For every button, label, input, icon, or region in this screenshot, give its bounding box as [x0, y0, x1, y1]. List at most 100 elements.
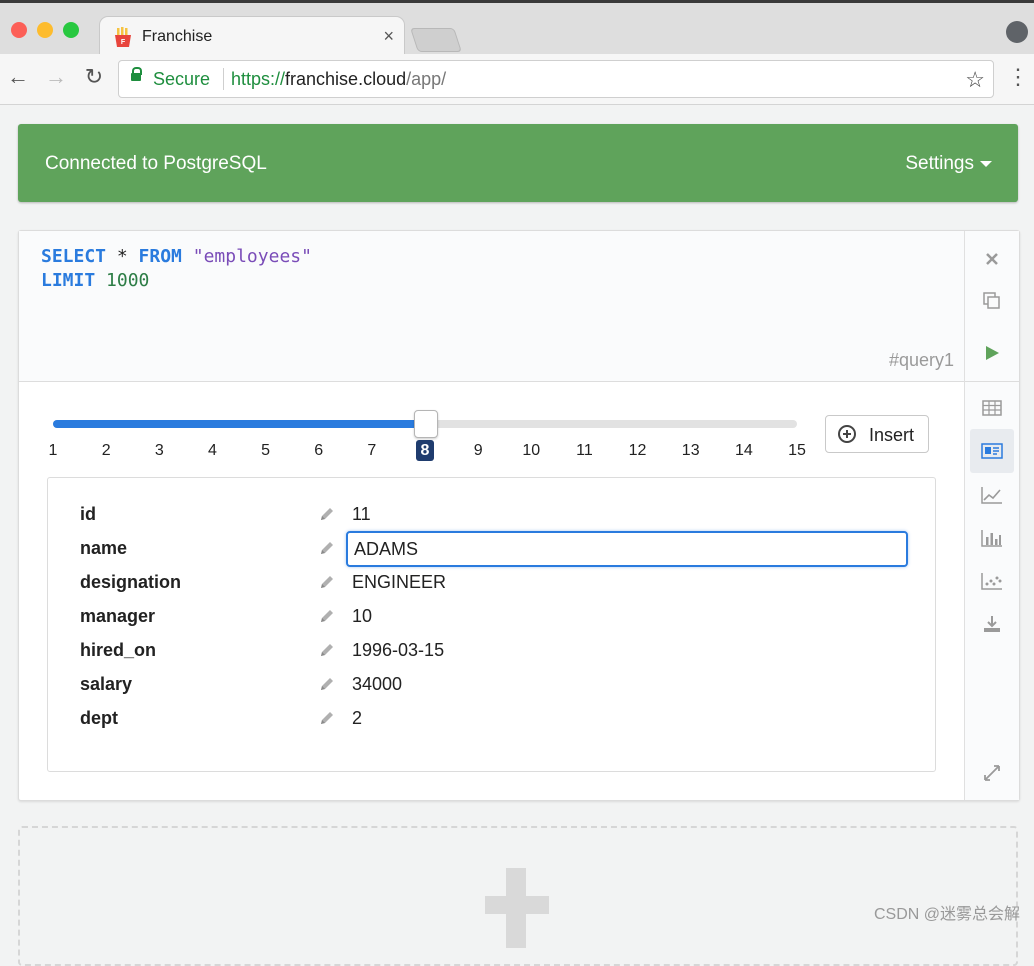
line-chart-icon[interactable] — [980, 483, 1004, 507]
address-bar[interactable]: Secure https://franchise.cloud/app/ ☆ — [118, 60, 994, 98]
slider-tick-label: 6 — [314, 442, 324, 459]
record-slider[interactable] — [53, 410, 797, 438]
add-query-button[interactable] — [18, 826, 1018, 966]
pencil-icon[interactable] — [318, 641, 336, 659]
field-value-input[interactable] — [346, 531, 908, 567]
url-divider — [223, 68, 224, 90]
slider-tick-12[interactable]: 12 — [623, 442, 653, 460]
field-value: 2 — [352, 708, 363, 728]
field-value: ENGINEER — [352, 572, 447, 592]
run-icon[interactable] — [980, 341, 1004, 365]
slider-handle[interactable] — [414, 410, 438, 438]
record-row-hired_on: hired_on 1996-03-15 — [48, 632, 935, 666]
slider-tick-13[interactable]: 13 — [676, 442, 706, 460]
insert-button[interactable]: Insert — [825, 415, 929, 453]
url-host: franchise.cloud — [285, 69, 407, 89]
slider-tick-label: 2 — [101, 442, 111, 459]
slider-tick-label: 5 — [261, 442, 271, 459]
sql-keyword-select: SELECT — [41, 246, 107, 267]
caret-down-icon — [980, 160, 992, 167]
slider-tick-10[interactable]: 10 — [516, 442, 546, 460]
record-row-id: id 11 — [48, 496, 935, 530]
slider-tick-7[interactable]: 7 — [357, 442, 387, 460]
new-tab-button[interactable] — [410, 28, 462, 52]
url-scheme: https:// — [231, 69, 286, 89]
slider-tick-label: 13 — [681, 442, 700, 459]
slider-tick-1[interactable]: 1 — [38, 442, 68, 460]
slider-tick-5[interactable]: 5 — [251, 442, 281, 460]
tab-title: Franchise — [142, 28, 213, 45]
record-row-name: name — [48, 530, 935, 567]
sql-editor[interactable]: SELECT * FROM "employees" LIMIT 1000 #qu… — [19, 231, 964, 382]
slider-tick-label: 3 — [154, 442, 164, 459]
field-value: 34000 — [352, 674, 403, 694]
window-close-button[interactable] — [11, 22, 27, 38]
url-path: /app/ — [406, 69, 447, 89]
url-text: https://franchise.cloud/app/ — [231, 69, 446, 90]
slider-tick-14[interactable]: 14 — [729, 442, 759, 460]
browser-tab[interactable]: F Franchise × — [100, 17, 404, 57]
browser-menu-icon[interactable]: ⋮ — [1006, 64, 1030, 90]
card-icon[interactable] — [970, 429, 1014, 473]
sidebar-divider — [965, 381, 1019, 382]
field-label: manager — [80, 606, 156, 626]
profile-icon[interactable] — [1006, 21, 1028, 43]
scatter-chart-icon[interactable] — [980, 569, 1004, 593]
slider-tick-9[interactable]: 9 — [463, 442, 493, 460]
slider-tick-6[interactable]: 6 — [304, 442, 334, 460]
tab-close-icon[interactable]: × — [383, 26, 394, 47]
slider-tick-label: 8 — [415, 440, 435, 461]
reload-icon[interactable]: ↻ — [82, 64, 106, 90]
plus-circle-icon — [838, 425, 856, 443]
field-label: name — [80, 538, 128, 558]
slider-tick-label: 1 — [48, 442, 58, 459]
bar-chart-icon[interactable] — [980, 526, 1004, 550]
slider-tick-label: 11 — [576, 442, 593, 459]
record-panel: id 11 name designation ENGINEER manager 10 hire… — [47, 477, 936, 772]
record-row-salary: salary 34000 — [48, 666, 935, 700]
record-row-dept: dept 2 — [48, 700, 935, 734]
slider-tick-15[interactable]: 15 — [782, 442, 812, 460]
slider-tick-11[interactable]: 11 — [569, 442, 599, 460]
fries-icon: F — [115, 27, 131, 47]
insert-label: Insert — [869, 425, 915, 445]
slider-tick-label: 12 — [628, 442, 647, 459]
connection-bar: Connected to PostgreSQL Settings — [18, 124, 1018, 202]
pencil-icon[interactable] — [318, 573, 336, 591]
bookmark-star-icon[interactable]: ☆ — [965, 67, 985, 93]
window-minimize-button[interactable] — [37, 22, 53, 38]
field-value: 11 — [352, 504, 371, 524]
close-icon[interactable] — [980, 247, 1004, 271]
sql-limit-value: 1000 — [95, 270, 150, 291]
table-icon[interactable] — [980, 396, 1004, 420]
pencil-icon[interactable] — [318, 709, 336, 727]
download-icon[interactable] — [980, 612, 1004, 636]
pencil-icon[interactable] — [318, 505, 336, 523]
pencil-icon[interactable] — [318, 539, 336, 557]
field-value: 1996-03-15 — [352, 640, 445, 660]
query-id-label: #query1 — [888, 350, 954, 370]
copy-icon[interactable] — [980, 289, 1004, 313]
pencil-icon[interactable] — [318, 607, 336, 625]
sql-operator: * — [106, 246, 139, 267]
browser-toolbar: ← → ↻ Secure https://franchise.cloud/app… — [0, 54, 1034, 105]
slider-tick-label: 4 — [207, 442, 217, 459]
field-label: designation — [80, 572, 182, 592]
sql-keyword-from: FROM — [138, 246, 182, 267]
expand-icon[interactable] — [980, 761, 1004, 785]
record-row-manager: manager 10 — [48, 598, 935, 632]
slider-tick-3[interactable]: 3 — [144, 442, 174, 460]
slider-tick-label: 7 — [367, 442, 377, 459]
slider-tick-2[interactable]: 2 — [91, 442, 121, 460]
connection-status: Connected to PostgreSQL — [45, 153, 267, 174]
window-maximize-button[interactable] — [63, 22, 79, 38]
settings-label: Settings — [905, 153, 974, 174]
field-label: hired_on — [80, 640, 157, 660]
record-row-designation: designation ENGINEER — [48, 564, 935, 598]
slider-tick-4[interactable]: 4 — [197, 442, 227, 460]
pencil-icon[interactable] — [318, 675, 336, 693]
back-icon[interactable]: ← — [6, 64, 30, 90]
settings-dropdown[interactable]: Settings — [905, 153, 992, 175]
slider-tick-8[interactable]: 8 — [410, 440, 440, 461]
forward-icon[interactable]: → — [44, 64, 68, 90]
